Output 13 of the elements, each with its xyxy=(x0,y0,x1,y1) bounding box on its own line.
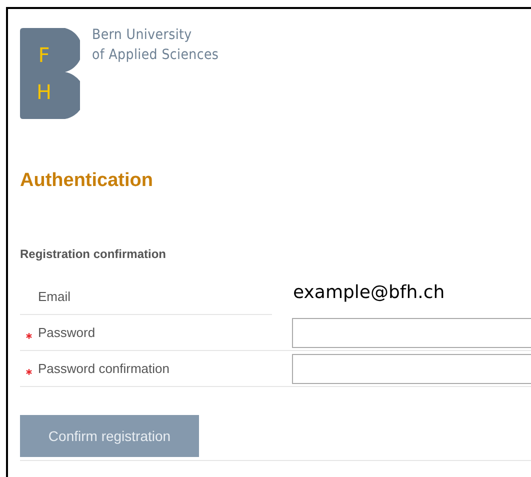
password-field[interactable] xyxy=(292,354,531,384)
logo-text: of Applied Sciences xyxy=(92,46,219,65)
page-heading: Authentication xyxy=(20,169,154,193)
section-title: Registration confirmation xyxy=(20,246,168,262)
logo-shape-icon xyxy=(20,28,80,119)
logo-letter: H xyxy=(36,81,52,104)
field-label: Password confirmation xyxy=(38,361,170,376)
logo-letter: F xyxy=(38,44,50,66)
password-field[interactable] xyxy=(292,318,531,348)
logo-text: Bern University xyxy=(92,26,193,45)
email-value: example@bfh.ch xyxy=(293,283,445,303)
field-label: Email xyxy=(38,289,71,304)
field-label: Password xyxy=(38,325,96,340)
